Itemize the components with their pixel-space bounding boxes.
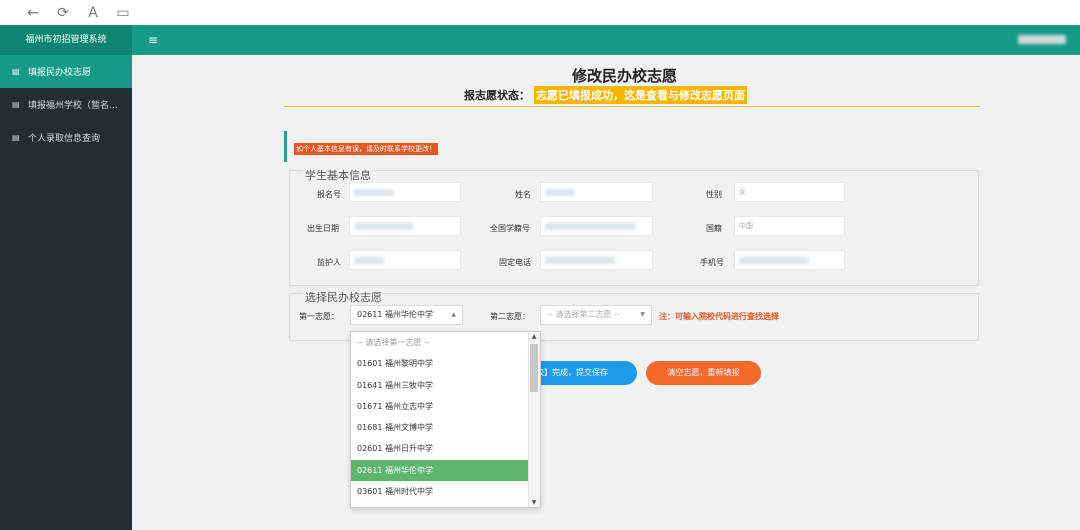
- gender-label: 性别: [706, 190, 722, 199]
- national-id-field[interactable]: [540, 216, 653, 236]
- notice-message: 如个人基本信息有误，请及时联系学校更改！: [294, 143, 438, 155]
- app-header: 福州市初招管理系统 ≡: [0, 25, 1080, 55]
- chevron-down-icon: ▼: [640, 311, 645, 318]
- refresh-icon[interactable]: ⟳: [48, 3, 78, 23]
- dropdown-option[interactable]: 01681 福州文博中学: [351, 417, 529, 438]
- submit-button[interactable]: 校】完成，提交保存: [528, 361, 637, 385]
- name-field[interactable]: [540, 182, 653, 202]
- second-choice-placeholder: -- 请选择第二志愿 --: [547, 310, 620, 319]
- status-label: 报志愿状态：: [464, 89, 530, 102]
- dropdown-option[interactable]: 01671 福州立志中学: [351, 396, 529, 417]
- scroll-down-icon[interactable]: ▼: [530, 499, 538, 506]
- second-choice-select[interactable]: -- 请选择第二志愿 -- ▼: [540, 305, 652, 325]
- birth-date-label: 出生日期: [307, 224, 339, 233]
- birth-date-field[interactable]: [349, 216, 461, 236]
- landline-label: 固定电话: [499, 258, 531, 267]
- back-icon[interactable]: ←: [18, 3, 48, 23]
- sidebar-item-label: 个人录取信息查询: [28, 134, 101, 144]
- mobile-label: 手机号: [700, 258, 724, 267]
- reader-mode-icon[interactable]: A: [78, 3, 108, 23]
- guardian-label: 监护人: [317, 258, 341, 267]
- dropdown-option[interactable]: 01601 福州黎明中学: [351, 353, 529, 374]
- first-choice-label: 第一志愿：: [299, 312, 339, 321]
- dropdown-option[interactable]: 02601 福州日升中学: [351, 438, 529, 459]
- mobile-field[interactable]: [734, 250, 845, 270]
- tabs-icon[interactable]: ▭: [108, 3, 138, 23]
- form-icon: ▤: [12, 67, 20, 76]
- title-divider: [284, 106, 980, 107]
- form-icon: ▤: [12, 133, 20, 142]
- student-info-legend: 学生基本信息: [303, 167, 373, 183]
- landline-field[interactable]: [540, 250, 653, 270]
- user-info-redacted: [1018, 35, 1066, 44]
- nationality-field[interactable]: 中国: [734, 216, 845, 236]
- name-label: 姓名: [515, 190, 531, 199]
- sidebar-item-fuzhou-school[interactable]: ▤ 填报福州学校（暂名...: [0, 88, 132, 121]
- dropdown-option[interactable]: 03601 福州时代中学: [351, 481, 529, 502]
- sidebar-item-admission-query[interactable]: ▤ 个人录取信息查询: [0, 121, 132, 154]
- nationality-label: 国籍: [706, 224, 722, 233]
- clear-button[interactable]: 清空志愿，重新填报: [646, 361, 761, 385]
- browser-toolbar: ← ⟳ A ▭: [0, 0, 1080, 25]
- second-choice-label: 第二志愿：: [490, 312, 530, 321]
- main-content: 修改民办校志愿 报志愿状态： 志愿已填报成功，这是查看与修改志愿页面 如个人基本…: [132, 55, 1080, 530]
- form-icon: ▤: [12, 100, 20, 109]
- dropdown-scrollbar[interactable]: ▲ ▼: [528, 332, 540, 507]
- gender-field[interactable]: 女: [734, 182, 845, 202]
- first-choice-select[interactable]: 02611 福州华伦中学 ▲: [350, 305, 463, 325]
- sidebar-item-private-school-choice[interactable]: ▤ 填报民办校志愿: [0, 55, 132, 88]
- dropdown-option[interactable]: 01641 福州三牧中学: [351, 375, 529, 396]
- search-hint: 注：可输入院校代码进行查找选择: [659, 312, 779, 321]
- dropdown-option-selected[interactable]: 02611 福州华伦中学: [351, 459, 529, 482]
- scroll-up-icon[interactable]: ▲: [530, 333, 538, 340]
- dropdown-option[interactable]: -- 请选择第一志愿 --: [351, 332, 529, 353]
- sidebar-item-label: 填报民办校志愿: [28, 68, 92, 78]
- reg-no-field[interactable]: [349, 182, 461, 202]
- choice-legend: 选择民办校志愿: [303, 289, 384, 305]
- menu-icon[interactable]: ≡: [148, 33, 162, 47]
- app-title: 福州市初招管理系统: [0, 25, 132, 55]
- scrollbar-thumb[interactable]: [530, 344, 538, 392]
- national-id-label: 全国学籍号: [490, 224, 530, 233]
- status-badge: 志愿已填报成功，这是查看与修改志愿页面: [534, 86, 747, 104]
- first-choice-dropdown: -- 请选择第一志愿 -- 01601 福州黎明中学 01641 福州三牧中学 …: [350, 331, 541, 508]
- chevron-up-icon: ▲: [451, 311, 456, 318]
- sidebar: ▤ 填报民办校志愿 ▤ 填报福州学校（暂名... ▤ 个人录取信息查询: [0, 55, 132, 530]
- guardian-field[interactable]: [349, 250, 461, 270]
- status-line: 报志愿状态： 志愿已填报成功，这是查看与修改志愿页面: [464, 86, 747, 104]
- reg-no-label: 报名号: [317, 190, 341, 199]
- sidebar-item-label: 填报福州学校（暂名...: [28, 101, 118, 111]
- first-choice-value: 02611 福州华伦中学: [357, 310, 433, 319]
- page-title: 修改民办校志愿: [572, 67, 678, 85]
- notice-accent: [284, 131, 287, 162]
